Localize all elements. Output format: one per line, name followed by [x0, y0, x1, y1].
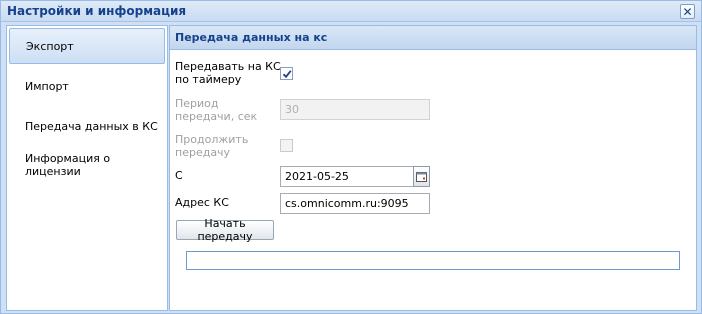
transfer-progress-bar	[186, 251, 680, 270]
date-picker-button[interactable]	[413, 166, 430, 187]
calendar-icon	[416, 171, 427, 182]
sidebar-item-data-transfer[interactable]: Передача данных в КС	[9, 108, 165, 144]
window-title: Настройки и информация	[7, 4, 187, 18]
panel-header: Передача данных на кс	[170, 26, 696, 50]
timer-label: Передавать на КС по таймеру	[175, 60, 281, 86]
continue-checkbox[interactable]	[280, 139, 293, 152]
checkmark-icon	[282, 69, 292, 78]
sidebar-item-license-info[interactable]: Информация о лицензии	[9, 147, 165, 183]
from-label: С	[175, 169, 183, 182]
close-button[interactable]: ✕	[680, 4, 695, 19]
period-label: Период передачи, сек	[175, 97, 258, 123]
address-label: Адрес КС	[175, 196, 229, 209]
window-titlebar[interactable]: Настройки и информация ✕	[1, 1, 701, 22]
close-icon: ✕	[682, 4, 693, 19]
from-date-input[interactable]	[280, 166, 414, 187]
timer-checkbox[interactable]	[280, 67, 293, 80]
panel-title: Передача данных на кс	[175, 31, 328, 44]
continue-label: Продолжить передачу	[175, 133, 249, 159]
address-input[interactable]	[280, 193, 430, 214]
sidebar-item-label: Импорт	[25, 79, 69, 93]
sidebar-item-export[interactable]: Экспорт	[9, 28, 165, 64]
sidebar: Экспорт Импорт Передача данных в КС Инфо…	[6, 25, 168, 311]
sidebar-item-import[interactable]: Импорт	[9, 68, 165, 104]
sidebar-item-label: Передача данных в КС	[25, 119, 158, 133]
sidebar-item-label: Информация о лицензии	[25, 152, 111, 178]
sidebar-item-label: Экспорт	[26, 39, 74, 53]
start-transfer-button[interactable]: Начать передачу	[176, 217, 274, 243]
transfer-panel: Передача данных на кс Передавать на КС п…	[169, 25, 697, 311]
settings-window: Настройки и информация ✕ Экспорт Импорт …	[0, 0, 702, 314]
period-input[interactable]	[280, 99, 430, 120]
